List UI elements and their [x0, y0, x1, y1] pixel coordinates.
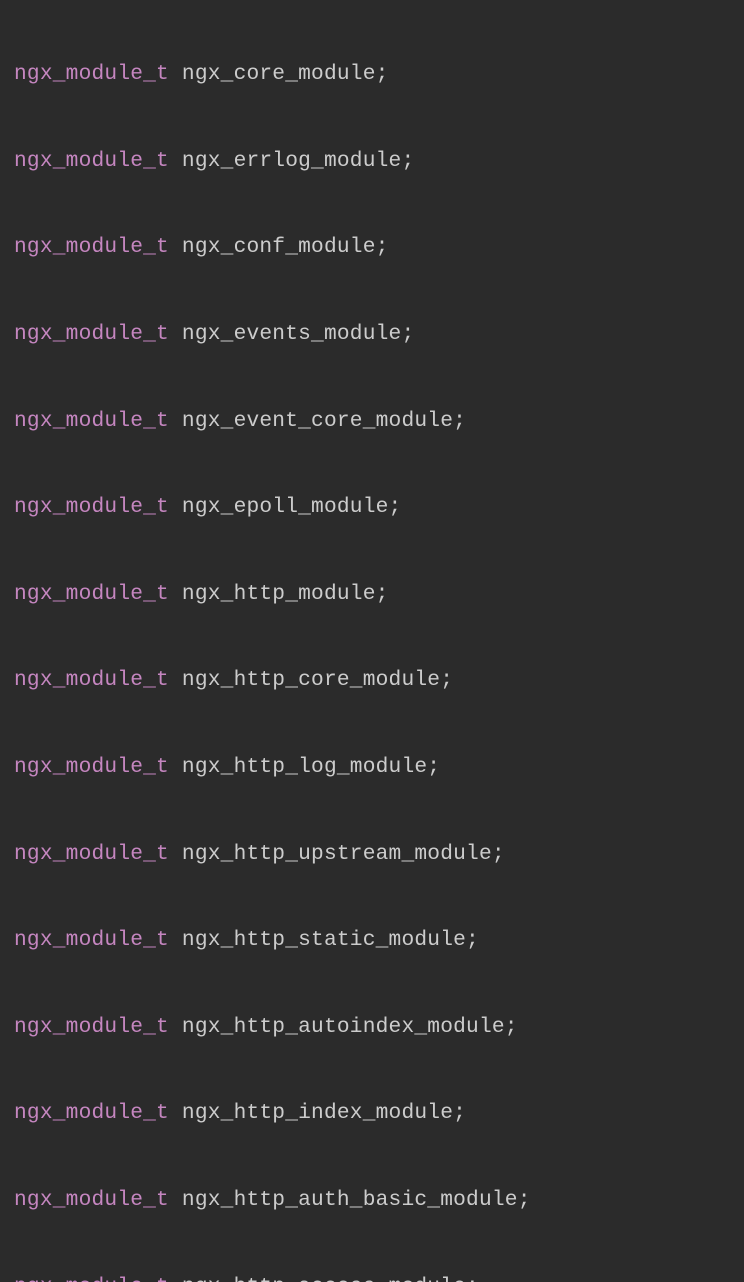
identifier: ngx_http_autoindex_module — [182, 1015, 505, 1039]
code-line: ngx_module_t ngx_event_core_module; — [14, 400, 730, 443]
semicolon: ; — [389, 495, 402, 519]
code-line: ngx_module_t ngx_http_core_module; — [14, 659, 730, 702]
type-keyword: ngx_module_t — [14, 322, 169, 346]
type-keyword: ngx_module_t — [14, 668, 169, 692]
identifier: ngx_http_static_module — [182, 928, 466, 952]
type-keyword: ngx_module_t — [14, 149, 169, 173]
identifier: ngx_http_module — [182, 582, 376, 606]
semicolon: ; — [427, 755, 440, 779]
identifier: ngx_conf_module — [182, 235, 376, 259]
type-keyword: ngx_module_t — [14, 1188, 169, 1212]
identifier: ngx_http_index_module — [182, 1101, 453, 1125]
type-keyword: ngx_module_t — [14, 1015, 169, 1039]
code-line: ngx_module_t ngx_http_module; — [14, 573, 730, 616]
identifier: ngx_event_core_module — [182, 409, 453, 433]
type-keyword: ngx_module_t — [14, 1275, 169, 1282]
identifier: ngx_core_module — [182, 62, 376, 86]
semicolon: ; — [466, 1275, 479, 1282]
identifier: ngx_http_log_module — [182, 755, 427, 779]
type-keyword: ngx_module_t — [14, 235, 169, 259]
semicolon: ; — [440, 668, 453, 692]
type-keyword: ngx_module_t — [14, 495, 169, 519]
code-line: ngx_module_t ngx_epoll_module; — [14, 486, 730, 529]
type-keyword: ngx_module_t — [14, 928, 169, 952]
semicolon: ; — [453, 1101, 466, 1125]
code-line: ngx_module_t ngx_errlog_module; — [14, 140, 730, 183]
identifier: ngx_http_auth_basic_module — [182, 1188, 518, 1212]
type-keyword: ngx_module_t — [14, 755, 169, 779]
code-line: ngx_module_t ngx_conf_module; — [14, 226, 730, 269]
code-line: ngx_module_t ngx_core_module; — [14, 53, 730, 96]
type-keyword: ngx_module_t — [14, 1101, 169, 1125]
type-keyword: ngx_module_t — [14, 409, 169, 433]
identifier: ngx_errlog_module — [182, 149, 402, 173]
type-keyword: ngx_module_t — [14, 842, 169, 866]
semicolon: ; — [492, 842, 505, 866]
semicolon: ; — [401, 149, 414, 173]
code-line: ngx_module_t ngx_http_auth_basic_module; — [14, 1179, 730, 1222]
code-line: ngx_module_t ngx_http_upstream_module; — [14, 833, 730, 876]
identifier: ngx_http_upstream_module — [182, 842, 492, 866]
semicolon: ; — [376, 582, 389, 606]
semicolon: ; — [376, 62, 389, 86]
code-line: ngx_module_t ngx_http_access_module; — [14, 1266, 730, 1282]
semicolon: ; — [505, 1015, 518, 1039]
semicolon: ; — [466, 928, 479, 952]
identifier: ngx_http_core_module — [182, 668, 440, 692]
code-line: ngx_module_t ngx_http_static_module; — [14, 919, 730, 962]
semicolon: ; — [518, 1188, 531, 1212]
code-line: ngx_module_t ngx_http_index_module; — [14, 1092, 730, 1135]
code-line: ngx_module_t ngx_http_log_module; — [14, 746, 730, 789]
code-line: ngx_module_t ngx_http_autoindex_module; — [14, 1006, 730, 1049]
type-keyword: ngx_module_t — [14, 582, 169, 606]
type-keyword: ngx_module_t — [14, 62, 169, 86]
semicolon: ; — [453, 409, 466, 433]
code-line: ngx_module_t ngx_events_module; — [14, 313, 730, 356]
semicolon: ; — [376, 235, 389, 259]
identifier: ngx_events_module — [182, 322, 402, 346]
identifier: ngx_epoll_module — [182, 495, 389, 519]
code-block: ngx_module_t ngx_core_module; ngx_module… — [0, 0, 744, 1282]
identifier: ngx_http_access_module — [182, 1275, 466, 1282]
semicolon: ; — [401, 322, 414, 346]
